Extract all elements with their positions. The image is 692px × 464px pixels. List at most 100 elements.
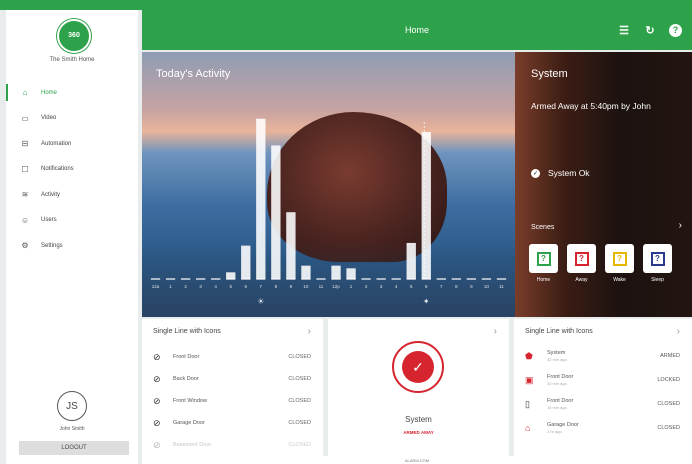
activity-bar[interactable]: [406, 242, 416, 279]
list-item[interactable]: ⊘ Front Door CLOSED: [153, 346, 311, 368]
activity-bar[interactable]: [241, 245, 251, 279]
list-item[interactable]: ⊘ Front Window CLOSED: [153, 390, 311, 412]
activity-bar[interactable]: [421, 132, 431, 279]
tick-label: 5: [410, 284, 413, 289]
chevron-right-icon[interactable]: ›: [679, 220, 682, 231]
activity-bar[interactable]: [301, 265, 311, 279]
sensor-icon: ⊘: [153, 373, 161, 384]
sidebar-item-activity[interactable]: ≋ Activity: [6, 182, 138, 208]
list-item[interactable]: ⊘ Basement Door CLOSED: [153, 434, 311, 456]
list-item[interactable]: ▣ Front Door 30 min ago LOCKED: [525, 368, 680, 392]
row-name: Front Door: [547, 374, 574, 380]
tick-label: 8: [275, 284, 278, 289]
sidebar: 360 The Smith Home ⌂ Home ▭ Video ⊟ Automat…: [6, 10, 138, 464]
scene-icon: ?: [650, 251, 665, 266]
scene-sleep[interactable]: ? Sleep: [643, 244, 672, 283]
security-card[interactable]: › ✓ System ARMED AWAY: [328, 319, 509, 456]
scene-wake[interactable]: ? Wake: [605, 244, 634, 283]
tick-label: 10: [484, 284, 490, 289]
activity-bar[interactable]: [346, 268, 356, 279]
activity-chart: 12a 1 2 3 4 5 6 7 8 9 10 11 12p 1 2 3 4 5 6 7 8 9 10 11 ☀ ✦: [150, 118, 507, 306]
security-status: ARMED AWAY: [403, 430, 434, 435]
activity-bar[interactable]: [226, 272, 236, 279]
tick-label: 11: [319, 284, 324, 289]
home-icon: ⌂: [22, 88, 28, 98]
sidebar-item-video[interactable]: ▭ Video: [6, 106, 138, 132]
system-ok-row: ✓ System Ok: [531, 168, 590, 178]
help-icon[interactable]: ?: [669, 23, 682, 37]
activity-bar[interactable]: [271, 145, 281, 279]
scene-label: Away: [575, 277, 588, 283]
moon-icon: ✦: [423, 297, 430, 306]
refresh-icon[interactable]: ↻: [643, 24, 657, 37]
shield-check-icon: ✓: [402, 351, 434, 383]
user-name: John Smith: [59, 426, 85, 432]
settings-icon: ⚙: [21, 241, 29, 251]
sidebar-nav: ⌂ Home ▭ Video ⊟ Automation ☐ Notifications …: [6, 80, 138, 259]
row-status: LOCKED: [657, 377, 680, 383]
activity-bar[interactable]: [256, 118, 266, 279]
list-item[interactable]: ⊘ Garage Door CLOSED: [153, 412, 311, 434]
row-time: 15 min ago: [547, 405, 567, 410]
user-avatar[interactable]: JS: [57, 391, 87, 421]
sidebar-item-settings[interactable]: ⚙ Settings: [6, 233, 138, 259]
scene-icon: ?: [536, 251, 551, 266]
activity-bar[interactable]: [331, 265, 341, 279]
sensor-icon: ⊘: [153, 417, 161, 428]
sensor-icon: ⊘: [153, 395, 161, 406]
tick-label: 2: [184, 284, 187, 289]
row-status: CLOSED: [288, 420, 311, 426]
list-item[interactable]: ⬟ System 32 min ago ARMED: [525, 344, 680, 368]
scenes-list: ? Home ? Away ? Wake ? Sleep: [529, 244, 672, 283]
list-item[interactable]: ⊘ Back Door CLOSED: [153, 368, 311, 390]
server-icon[interactable]: ☰: [617, 24, 631, 37]
header-bar: Home ☰ ↻ ?: [142, 10, 692, 50]
shield-icon: ⬟: [525, 350, 533, 361]
scene-icon: ?: [574, 251, 589, 266]
door-icon: ▯: [525, 398, 530, 409]
home-name: The Smith Home: [49, 57, 95, 63]
tick-label: 9: [470, 284, 473, 289]
security-title: System: [405, 415, 432, 424]
row-name: Basement Door: [173, 442, 212, 448]
list-item[interactable]: ⌂ Garage Door 1 hr ago CLOSED: [525, 416, 680, 440]
system-title: System: [531, 68, 568, 80]
sidebar-item-label: Users: [41, 217, 57, 224]
armed-status: Armed Away at 5:40pm by John: [531, 101, 651, 111]
list-item[interactable]: ▯ Front Door 15 min ago CLOSED: [525, 392, 680, 416]
sidebar-item-label: Notifications: [41, 166, 74, 173]
row-time: 32 min ago: [547, 357, 567, 362]
row-name: Front Window: [173, 398, 207, 404]
tick-label: 1: [169, 284, 172, 289]
video-icon: ▭: [21, 113, 29, 123]
logout-button[interactable]: LOGOUT: [19, 441, 129, 455]
sidebar-item-label: Automation: [41, 140, 72, 147]
row-name: Front Door: [173, 354, 200, 360]
activity-bar[interactable]: [286, 212, 296, 279]
notifications-icon: ☐: [21, 164, 29, 174]
system-ok-text: System Ok: [548, 168, 590, 178]
chevron-right-icon[interactable]: ›: [494, 326, 497, 337]
footer-brand: ALARM.COM: [404, 457, 430, 463]
chevron-right-icon[interactable]: ›: [677, 326, 680, 337]
sidebar-item-automation[interactable]: ⊟ Automation: [6, 131, 138, 157]
scene-label: Home: [536, 277, 551, 283]
sidebar-item-users[interactable]: ☺ Users: [6, 208, 138, 234]
sensor-card-right: Single Line with Icons › ⬟ System 32 min a…: [514, 319, 692, 456]
sensor-icon: ⊘: [153, 351, 161, 362]
row-status: ARMED: [660, 353, 680, 359]
scene-home[interactable]: ? Home: [529, 244, 558, 283]
system-panel: System Armed Away at 5:40pm by John ✓ Sy…: [515, 52, 692, 317]
chevron-right-icon[interactable]: ›: [308, 326, 311, 337]
tick-label: 4: [214, 284, 217, 289]
footer: ALARM.COM: [142, 456, 692, 464]
scene-away[interactable]: ? Away: [567, 244, 596, 283]
garage-icon: ⌂: [525, 423, 531, 433]
tick-label: 6: [245, 284, 248, 289]
tick-label: 10: [303, 284, 309, 289]
row-status: CLOSED: [288, 376, 311, 382]
sidebar-item-notifications[interactable]: ☐ Notifications: [6, 157, 138, 183]
card-title: Single Line with Icons: [153, 328, 221, 335]
sidebar-item-home[interactable]: ⌂ Home: [6, 80, 138, 106]
tick-label: 8: [455, 284, 458, 289]
